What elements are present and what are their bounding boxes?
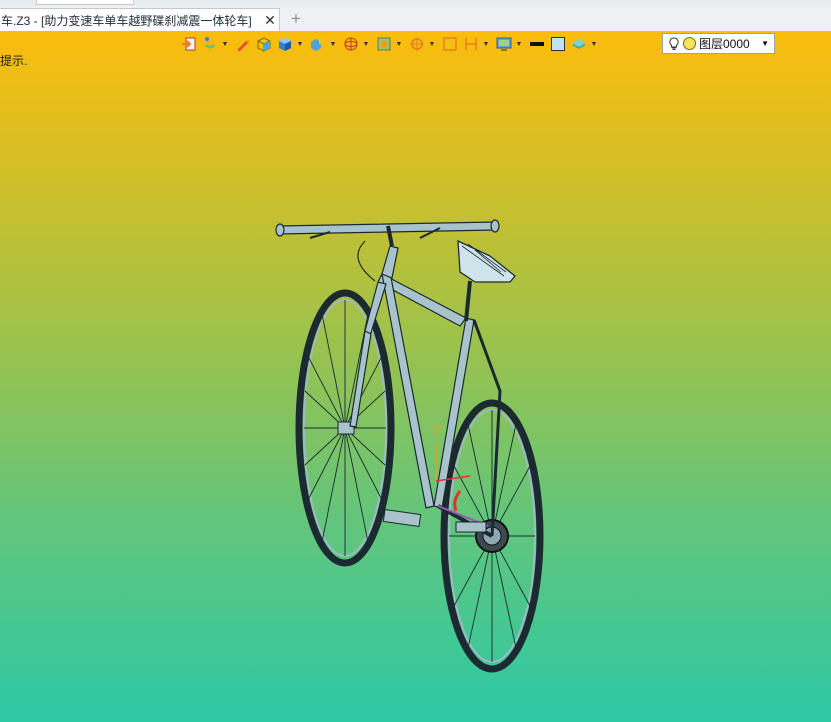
layer-select[interactable]: 图层0000 ▼	[662, 33, 775, 54]
layers-filter-dropdown[interactable]: ▼	[222, 36, 229, 53]
quick-access-field[interactable]	[36, 0, 134, 5]
layer-name: 图层0000	[699, 37, 750, 51]
wireframe-sphere-dropdown[interactable]: ▼	[363, 36, 370, 53]
render-mode-dropdown[interactable]: ▼	[396, 36, 403, 53]
layers-filter-icon[interactable]	[201, 36, 218, 53]
render-mode-icon[interactable]	[375, 36, 392, 53]
cube-faces-dropdown[interactable]: ▼	[330, 36, 337, 53]
document-tab-title: 车.Z3 - [助力变速车单车越野碟刹减震一体轮车]	[1, 13, 252, 28]
fill-color-icon[interactable]	[549, 36, 566, 53]
line-color-icon[interactable]	[528, 36, 545, 53]
solid-box-icon[interactable]	[255, 36, 272, 53]
layer-status-dot	[683, 37, 696, 50]
close-tab-icon[interactable]: ✕	[261, 12, 279, 29]
bicycle-frame	[349, 245, 502, 538]
monitor-settings-icon[interactable]	[495, 36, 512, 53]
document-tab[interactable]: 车.Z3 - [助力变速车单车越野碟刹减震一体轮车] ✕	[0, 8, 280, 31]
lightbulb-icon	[669, 36, 679, 50]
axis-y-label: Y	[432, 423, 443, 440]
exit-view-icon[interactable]	[180, 36, 197, 53]
wireframe-sphere-icon[interactable]	[342, 36, 359, 53]
document-tab-bar: 车.Z3 - [助力变速车单车越野碟刹减震一体轮车] ✕ +	[0, 6, 831, 32]
compass-target-dropdown[interactable]: ▼	[429, 36, 436, 53]
dimension-icon[interactable]	[462, 36, 479, 53]
small-square-icon[interactable]	[441, 36, 458, 53]
layer-stack-icon[interactable]	[570, 36, 587, 53]
monitor-settings-dropdown[interactable]: ▼	[516, 36, 523, 53]
pen-pick-icon[interactable]	[234, 36, 251, 53]
3d-viewport[interactable]: 提示. ▼ ▼ ▼ ▼ ▼ ▼ ▼ ▼ ▼ 图层0000 ▼ Y	[0, 31, 831, 722]
shaded-cube-dropdown[interactable]: ▼	[297, 36, 304, 53]
layer-stack-dropdown[interactable]: ▼	[591, 36, 598, 53]
compass-target-icon[interactable]	[408, 36, 425, 53]
front-wheel	[295, 289, 395, 567]
bicycle-3d-model[interactable]: Y	[270, 186, 560, 676]
cube-faces-icon[interactable]	[309, 36, 326, 53]
chevron-down-icon: ▼	[761, 39, 769, 48]
new-tab-button[interactable]: +	[287, 8, 305, 30]
bicycle-saddle	[457, 239, 516, 283]
prompt-text: 提示.	[0, 54, 28, 68]
pedal-crank	[382, 508, 487, 533]
view-toolbar: ▼ ▼ ▼ ▼ ▼ ▼ ▼ ▼ ▼	[180, 34, 603, 54]
dimension-dropdown[interactable]: ▼	[483, 36, 490, 53]
shaded-cube-icon[interactable]	[276, 36, 293, 53]
